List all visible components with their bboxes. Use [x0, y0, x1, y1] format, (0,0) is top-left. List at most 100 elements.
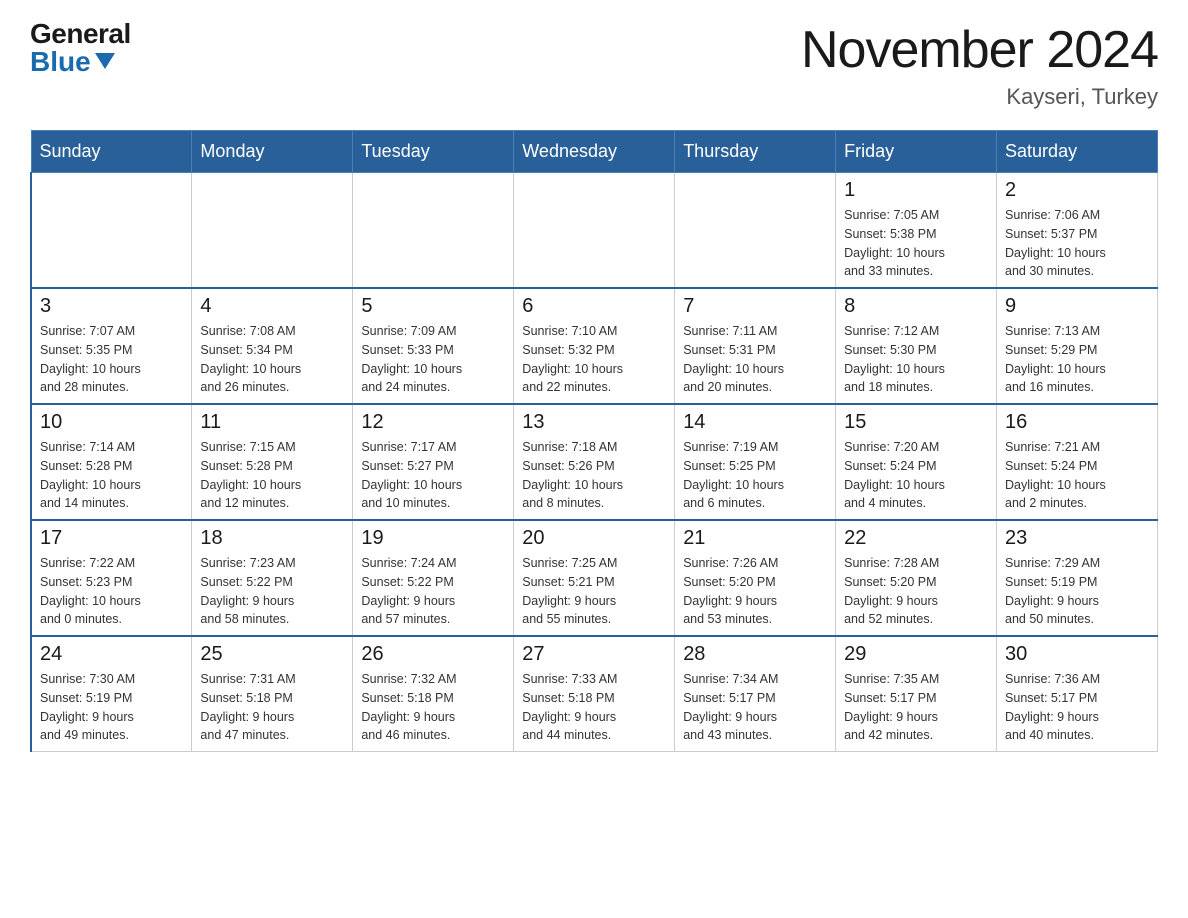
weekday-header-wednesday: Wednesday	[514, 131, 675, 173]
day-info: Sunrise: 7:11 AMSunset: 5:31 PMDaylight:…	[683, 322, 827, 397]
day-info: Sunrise: 7:22 AMSunset: 5:23 PMDaylight:…	[40, 554, 183, 629]
logo-triangle-icon	[95, 53, 115, 69]
calendar-cell	[31, 173, 192, 289]
day-info: Sunrise: 7:23 AMSunset: 5:22 PMDaylight:…	[200, 554, 344, 629]
day-info: Sunrise: 7:21 AMSunset: 5:24 PMDaylight:…	[1005, 438, 1149, 513]
calendar-cell: 20Sunrise: 7:25 AMSunset: 5:21 PMDayligh…	[514, 520, 675, 636]
weekday-header-monday: Monday	[192, 131, 353, 173]
weekday-header-friday: Friday	[836, 131, 997, 173]
day-info: Sunrise: 7:18 AMSunset: 5:26 PMDaylight:…	[522, 438, 666, 513]
day-info: Sunrise: 7:30 AMSunset: 5:19 PMDaylight:…	[40, 670, 183, 745]
day-info: Sunrise: 7:36 AMSunset: 5:17 PMDaylight:…	[1005, 670, 1149, 745]
calendar-cell: 8Sunrise: 7:12 AMSunset: 5:30 PMDaylight…	[836, 288, 997, 404]
day-info: Sunrise: 7:08 AMSunset: 5:34 PMDaylight:…	[200, 322, 344, 397]
calendar-cell: 17 Sunrise: 7:22 AMSunset: 5:23 PMDayligh…	[31, 520, 192, 636]
page-header: General Blue November 2024 Kayseri, Turk…	[30, 20, 1158, 110]
calendar-cell: 26 Sunrise: 7:32 AMSunset: 5:18 PMDayligh…	[353, 636, 514, 752]
calendar-cell: 7 Sunrise: 7:11 AMSunset: 5:31 PMDaylight…	[675, 288, 836, 404]
title-block: November 2024 Kayseri, Turkey	[801, 20, 1158, 110]
day-number: 18	[200, 527, 344, 550]
calendar-cell: 11 Sunrise: 7:15 AMSunset: 5:28 PMDayligh…	[192, 404, 353, 520]
day-info: Sunrise: 7:15 AMSunset: 5:28 PMDaylight:…	[200, 438, 344, 513]
day-info: Sunrise: 7:33 AMSunset: 5:18 PMDaylight:…	[522, 670, 666, 745]
calendar-week-row: 17 Sunrise: 7:22 AMSunset: 5:23 PMDayligh…	[31, 520, 1158, 636]
day-number: 23	[1005, 527, 1149, 550]
calendar-cell: 22 Sunrise: 7:28 AMSunset: 5:20 PMDayligh…	[836, 520, 997, 636]
day-number: 28	[683, 643, 827, 666]
day-number: 8	[844, 295, 988, 318]
calendar-cell: 21 Sunrise: 7:26 AMSunset: 5:20 PMDayligh…	[675, 520, 836, 636]
day-number: 26	[361, 643, 505, 666]
day-number: 15	[844, 411, 988, 434]
day-number: 6	[522, 295, 666, 318]
day-info: Sunrise: 7:24 AMSunset: 5:22 PMDaylight:…	[361, 554, 505, 629]
day-number: 9	[1005, 295, 1149, 318]
logo-blue-text: Blue	[30, 48, 131, 76]
day-number: 11	[200, 411, 344, 434]
calendar-cell: 25Sunrise: 7:31 AMSunset: 5:18 PMDayligh…	[192, 636, 353, 752]
calendar-cell: 9 Sunrise: 7:13 AMSunset: 5:29 PMDaylight…	[997, 288, 1158, 404]
calendar-cell: 5Sunrise: 7:09 AMSunset: 5:33 PMDaylight…	[353, 288, 514, 404]
calendar-cell: 4 Sunrise: 7:08 AMSunset: 5:34 PMDaylight…	[192, 288, 353, 404]
day-info: Sunrise: 7:28 AMSunset: 5:20 PMDaylight:…	[844, 554, 988, 629]
calendar-week-row: 24Sunrise: 7:30 AMSunset: 5:19 PMDayligh…	[31, 636, 1158, 752]
calendar-table: SundayMondayTuesdayWednesdayThursdayFrid…	[30, 130, 1158, 752]
day-number: 12	[361, 411, 505, 434]
calendar-cell: 18 Sunrise: 7:23 AMSunset: 5:22 PMDayligh…	[192, 520, 353, 636]
day-number: 2	[1005, 179, 1149, 202]
month-title: November 2024	[801, 20, 1158, 80]
weekday-header-sunday: Sunday	[31, 131, 192, 173]
calendar-week-row: 10 Sunrise: 7:14 AMSunset: 5:28 PMDayligh…	[31, 404, 1158, 520]
day-info: Sunrise: 7:20 AMSunset: 5:24 PMDaylight:…	[844, 438, 988, 513]
day-info: Sunrise: 7:32 AMSunset: 5:18 PMDaylight:…	[361, 670, 505, 745]
calendar-week-row: 3 Sunrise: 7:07 AMSunset: 5:35 PMDaylight…	[31, 288, 1158, 404]
day-info: Sunrise: 7:05 AMSunset: 5:38 PMDaylight:…	[844, 206, 988, 281]
day-info: Sunrise: 7:14 AMSunset: 5:28 PMDaylight:…	[40, 438, 183, 513]
calendar-cell: 23 Sunrise: 7:29 AMSunset: 5:19 PMDayligh…	[997, 520, 1158, 636]
calendar-cell: 1 Sunrise: 7:05 AMSunset: 5:38 PMDaylight…	[836, 173, 997, 289]
calendar-cell: 28Sunrise: 7:34 AMSunset: 5:17 PMDayligh…	[675, 636, 836, 752]
calendar-cell	[192, 173, 353, 289]
calendar-cell: 16 Sunrise: 7:21 AMSunset: 5:24 PMDayligh…	[997, 404, 1158, 520]
day-number: 22	[844, 527, 988, 550]
day-number: 7	[683, 295, 827, 318]
calendar-cell: 14 Sunrise: 7:19 AMSunset: 5:25 PMDayligh…	[675, 404, 836, 520]
day-number: 19	[361, 527, 505, 550]
day-number: 1	[844, 179, 988, 202]
calendar-cell: 2Sunrise: 7:06 AMSunset: 5:37 PMDaylight…	[997, 173, 1158, 289]
calendar-cell: 29 Sunrise: 7:35 AMSunset: 5:17 PMDayligh…	[836, 636, 997, 752]
weekday-header-saturday: Saturday	[997, 131, 1158, 173]
day-info: Sunrise: 7:29 AMSunset: 5:19 PMDaylight:…	[1005, 554, 1149, 629]
day-number: 14	[683, 411, 827, 434]
day-number: 17	[40, 527, 183, 550]
calendar-cell: 13Sunrise: 7:18 AMSunset: 5:26 PMDayligh…	[514, 404, 675, 520]
logo-general-text: General	[30, 20, 131, 48]
day-number: 25	[200, 643, 344, 666]
day-number: 3	[40, 295, 183, 318]
day-info: Sunrise: 7:35 AMSunset: 5:17 PMDaylight:…	[844, 670, 988, 745]
day-info: Sunrise: 7:13 AMSunset: 5:29 PMDaylight:…	[1005, 322, 1149, 397]
calendar-cell	[675, 173, 836, 289]
calendar-cell: 10 Sunrise: 7:14 AMSunset: 5:28 PMDayligh…	[31, 404, 192, 520]
day-number: 29	[844, 643, 988, 666]
location-text: Kayseri, Turkey	[801, 84, 1158, 110]
day-number: 10	[40, 411, 183, 434]
logo: General Blue	[30, 20, 131, 76]
day-info: Sunrise: 7:19 AMSunset: 5:25 PMDaylight:…	[683, 438, 827, 513]
calendar-cell: 30 Sunrise: 7:36 AMSunset: 5:17 PMDayligh…	[997, 636, 1158, 752]
day-number: 4	[200, 295, 344, 318]
day-info: Sunrise: 7:26 AMSunset: 5:20 PMDaylight:…	[683, 554, 827, 629]
day-number: 27	[522, 643, 666, 666]
calendar-cell: 3 Sunrise: 7:07 AMSunset: 5:35 PMDaylight…	[31, 288, 192, 404]
day-number: 30	[1005, 643, 1149, 666]
day-number: 21	[683, 527, 827, 550]
calendar-cell: 27 Sunrise: 7:33 AMSunset: 5:18 PMDayligh…	[514, 636, 675, 752]
calendar-header-row: SundayMondayTuesdayWednesdayThursdayFrid…	[31, 131, 1158, 173]
day-info: Sunrise: 7:17 AMSunset: 5:27 PMDaylight:…	[361, 438, 505, 513]
weekday-header-thursday: Thursday	[675, 131, 836, 173]
day-info: Sunrise: 7:07 AMSunset: 5:35 PMDaylight:…	[40, 322, 183, 397]
day-number: 16	[1005, 411, 1149, 434]
calendar-cell: 12 Sunrise: 7:17 AMSunset: 5:27 PMDayligh…	[353, 404, 514, 520]
calendar-cell: 15 Sunrise: 7:20 AMSunset: 5:24 PMDayligh…	[836, 404, 997, 520]
calendar-cell	[514, 173, 675, 289]
